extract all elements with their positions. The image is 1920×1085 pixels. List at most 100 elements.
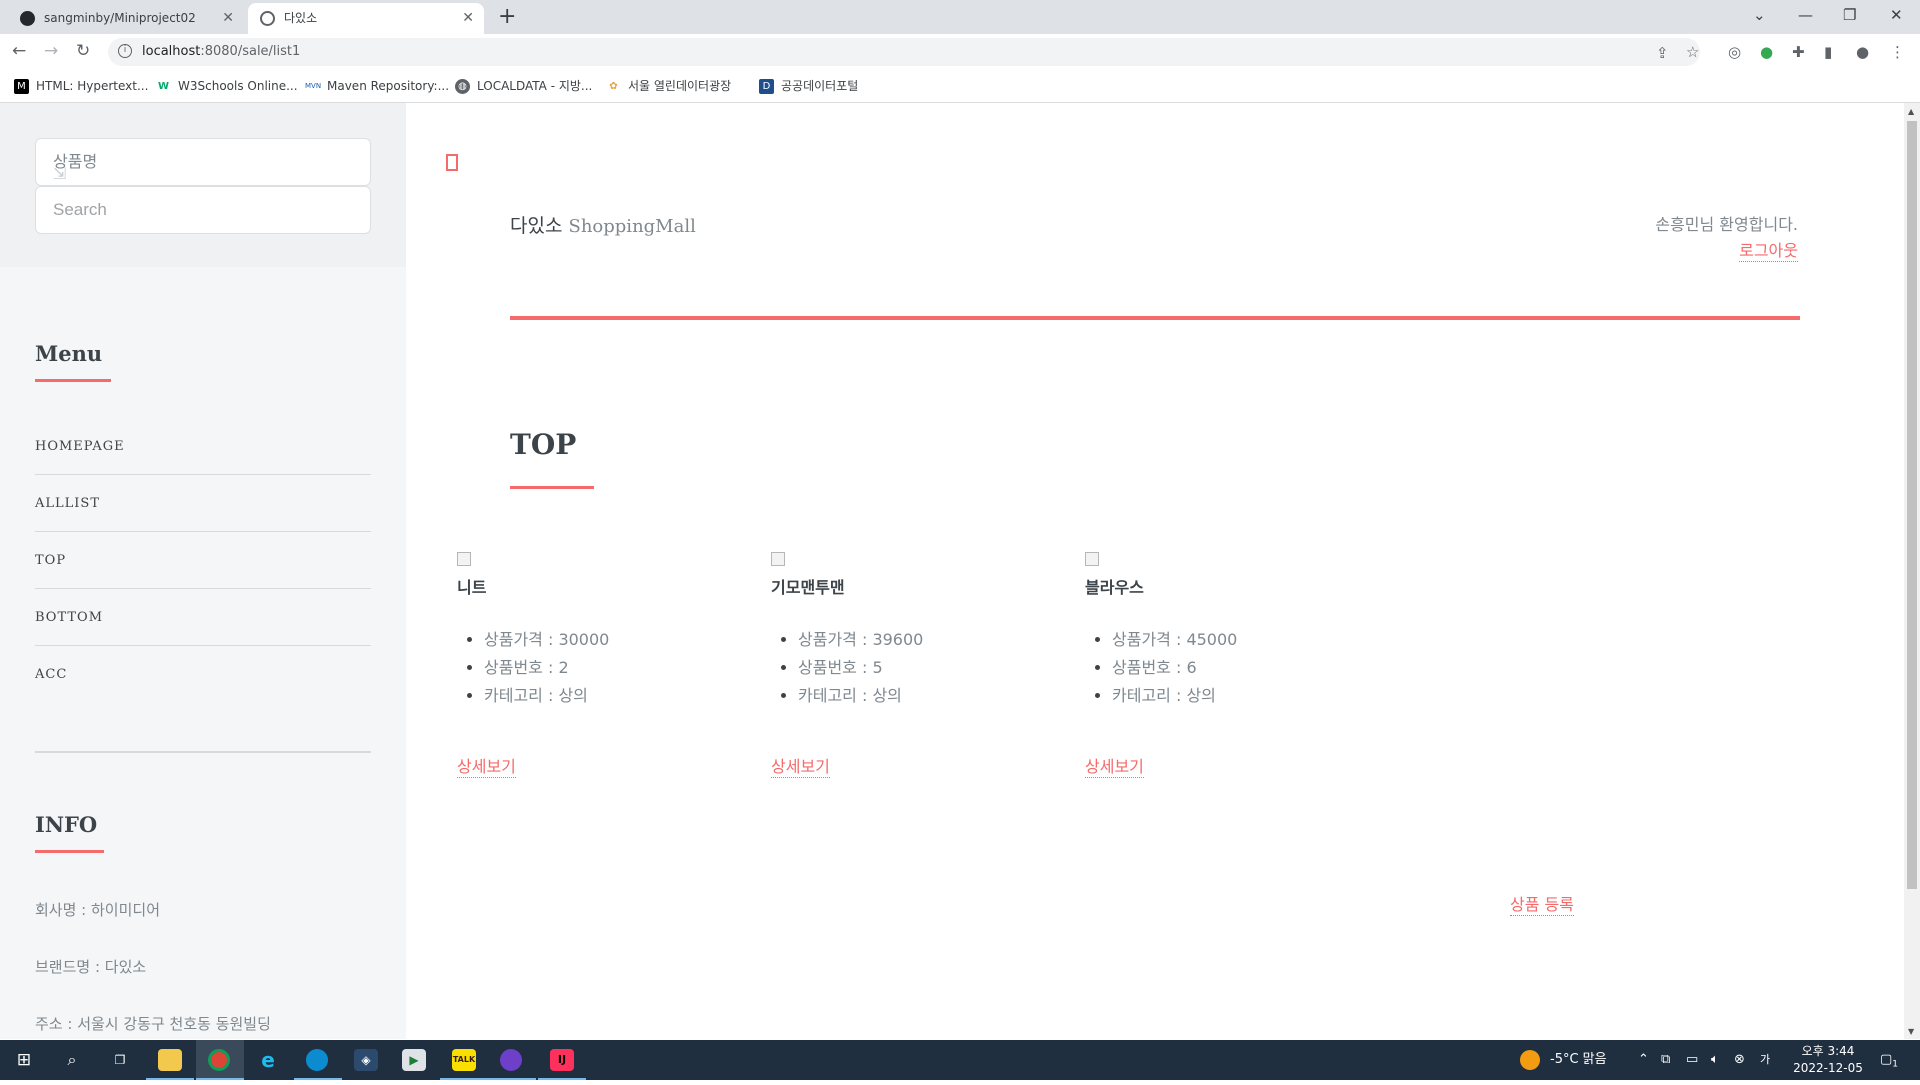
forward-button[interactable]: → — [44, 41, 58, 61]
sidebar-item-bottom[interactable]: BOTTOM — [35, 589, 371, 646]
bookmark-mdn[interactable]: M HTML: Hypertext... — [14, 70, 148, 102]
eclipse-button[interactable]: ◈ — [342, 1040, 390, 1080]
mdn-icon: M — [14, 79, 29, 94]
github-icon — [500, 1049, 522, 1071]
new-tab-button[interactable]: + — [498, 4, 516, 29]
main-content: 다있소 ShoppingMall 손흥민님 환영합니다. 로그아웃 TOP 니트… — [406, 103, 1904, 1039]
sidebar-divider — [35, 751, 371, 753]
side-panel-icon[interactable]: ▮ — [1824, 43, 1832, 61]
network-icon[interactable]: ▭ — [1686, 1040, 1698, 1080]
product-name: 기모맨투맨 — [771, 578, 845, 597]
globe-icon: ◍ — [455, 79, 470, 94]
logo-icon[interactable] — [446, 154, 458, 171]
address-bar[interactable]: i localhost:8080/sale/list1 ⇪ ☆ — [108, 38, 1700, 66]
bookmarks-bar: M HTML: Hypertext... W W3Schools Online...… — [0, 70, 1920, 103]
media-app-button[interactable]: ▶ — [390, 1040, 438, 1080]
detail-link[interactable]: 상세보기 — [1085, 753, 1144, 778]
welcome-message: 손흥민님 환영합니다. — [1655, 215, 1798, 234]
tab-github[interactable]: sangminby/Miniproject02 ✕ — [8, 3, 244, 34]
reload-button[interactable]: ↻ — [76, 41, 90, 61]
broken-image-icon[interactable] — [771, 552, 785, 566]
back-button[interactable]: ← — [12, 41, 26, 61]
info-company: 회사명 : 하이미디어 — [35, 901, 160, 919]
header-divider — [510, 316, 1800, 320]
kakaotalk-button[interactable]: TALK — [440, 1040, 488, 1080]
product-category: 카테고리 : 상의 — [484, 682, 609, 710]
close-tab-icon[interactable]: ✕ — [462, 3, 474, 34]
input-method-icon[interactable]: 가 — [1760, 1040, 1770, 1080]
menu-title: Menu — [35, 341, 103, 366]
page-scrollbar[interactable]: ▲ ▼ — [1904, 103, 1920, 1039]
start-button[interactable]: ⊞ — [0, 1040, 48, 1080]
edge-icon — [306, 1049, 328, 1071]
url-text[interactable]: localhost:8080/sale/list1 — [142, 38, 300, 66]
product-number: 상품번호 : 6 — [1112, 654, 1237, 682]
product-details: 상품가격 : 39600 상품번호 : 5 카테고리 : 상의 — [770, 626, 923, 710]
notification-center-icon[interactable]: ▢1 — [1880, 1040, 1898, 1085]
task-view-button[interactable]: ❐ — [96, 1040, 144, 1080]
register-product-link[interactable]: 상품 등록 — [1510, 891, 1574, 916]
weather-icon[interactable] — [1520, 1040, 1540, 1080]
sidebar: 상품명 ⇲ Menu HOMEPAGE ALLLIST TOP BOTTOM A… — [0, 103, 406, 1039]
sidebar-item-top[interactable]: TOP — [35, 532, 371, 589]
share-icon[interactable]: ⇪ — [1656, 44, 1669, 62]
site-info-icon[interactable]: i — [118, 44, 132, 58]
detail-link[interactable]: 상세보기 — [771, 753, 830, 778]
product-number: 상품번호 : 2 — [484, 654, 609, 682]
github-desktop-button[interactable] — [488, 1040, 536, 1080]
close-window-button[interactable]: ✕ — [1890, 6, 1903, 24]
bookmark-maven[interactable]: MVN Maven Repository:... — [305, 70, 449, 102]
bookmark-data-portal[interactable]: D 공공데이터포털 — [759, 70, 858, 102]
product-price: 상품가격 : 30000 — [484, 626, 609, 654]
scroll-down-icon[interactable]: ▼ — [1908, 1027, 1914, 1036]
extensions-puzzle-icon[interactable]: ✚ — [1792, 43, 1805, 61]
search-icon: ⌕ — [67, 1050, 77, 1069]
broken-image-icon[interactable] — [1085, 552, 1099, 566]
extension-icon[interactable]: ◎ — [1728, 43, 1741, 61]
show-hidden-icons-icon[interactable]: ⌃ — [1638, 1040, 1649, 1080]
sidebar-item-alllist[interactable]: ALLLIST — [35, 475, 371, 532]
data-portal-icon: D — [759, 79, 774, 94]
browser-toolbar: ← → ↻ i localhost:8080/sale/list1 ⇪ ☆ ◎ … — [0, 34, 1920, 70]
scrollbar-thumb[interactable] — [1907, 121, 1917, 889]
logout-link[interactable]: 로그아웃 — [1739, 237, 1798, 262]
detail-link[interactable]: 상세보기 — [457, 753, 516, 778]
intellij-button[interactable]: IJ — [538, 1040, 586, 1080]
chrome-button[interactable] — [196, 1040, 244, 1080]
windows-icon: ⊞ — [16, 1050, 32, 1070]
tab-search-icon[interactable]: ⌄ — [1753, 6, 1766, 24]
extension-globe-icon[interactable]: ● — [1760, 43, 1773, 61]
tab-strip: sangminby/Miniproject02 ✕ 다있소 ✕ + ⌄ — ❐ … — [0, 0, 1920, 34]
bookmark-localdata[interactable]: ◍ LOCALDATA - 지방... — [455, 70, 592, 102]
sidebar-item-acc[interactable]: ACC — [35, 646, 371, 703]
system-clock[interactable]: 오후 3:44 2022-12-05 — [1785, 1043, 1871, 1077]
brand-logo[interactable]: 다있소 ShoppingMall — [510, 211, 696, 238]
profile-avatar-icon[interactable]: ● — [1856, 43, 1869, 61]
search-button[interactable]: ⌕ — [48, 1040, 96, 1080]
weather-text[interactable]: -5°C 맑음 — [1550, 1040, 1607, 1080]
search-input[interactable] — [35, 186, 371, 234]
sidebar-item-homepage[interactable]: HOMEPAGE — [35, 418, 371, 475]
scroll-up-icon[interactable]: ▲ — [1908, 107, 1914, 116]
volume-icon[interactable]: 🔈︎ — [1711, 1040, 1719, 1080]
tab-current[interactable]: 다있소 ✕ — [248, 3, 484, 34]
broken-image-icon[interactable] — [457, 552, 471, 566]
menu-title-underline — [35, 379, 111, 382]
vpn-status-icon[interactable]: ⊗ — [1734, 1040, 1745, 1080]
bookmark-seoul-data[interactable]: ✿ 서울 열린데이터광장 — [606, 70, 731, 102]
close-tab-icon[interactable]: ✕ — [222, 3, 234, 34]
meet-now-icon[interactable]: ⧉ — [1661, 1040, 1670, 1080]
edge-button[interactable] — [294, 1040, 342, 1080]
more-menu-icon[interactable]: ⋮ — [1890, 43, 1905, 61]
restore-button[interactable]: ❐ — [1843, 6, 1856, 24]
bookmark-star-icon[interactable]: ☆ — [1686, 43, 1699, 61]
minimize-button[interactable]: — — [1798, 6, 1813, 24]
search-type-select[interactable]: 상품명 ⇲ — [35, 138, 371, 186]
file-explorer-button[interactable] — [146, 1040, 194, 1080]
tab-title: sangminby/Miniproject02 — [44, 11, 196, 25]
bookmark-w3schools[interactable]: W W3Schools Online... — [156, 70, 298, 102]
product-details: 상품가격 : 45000 상품번호 : 6 카테고리 : 상의 — [1084, 626, 1237, 710]
internet-explorer-button[interactable]: e — [244, 1040, 292, 1080]
product-category: 카테고리 : 상의 — [798, 682, 923, 710]
product-price: 상품가격 : 39600 — [798, 626, 923, 654]
